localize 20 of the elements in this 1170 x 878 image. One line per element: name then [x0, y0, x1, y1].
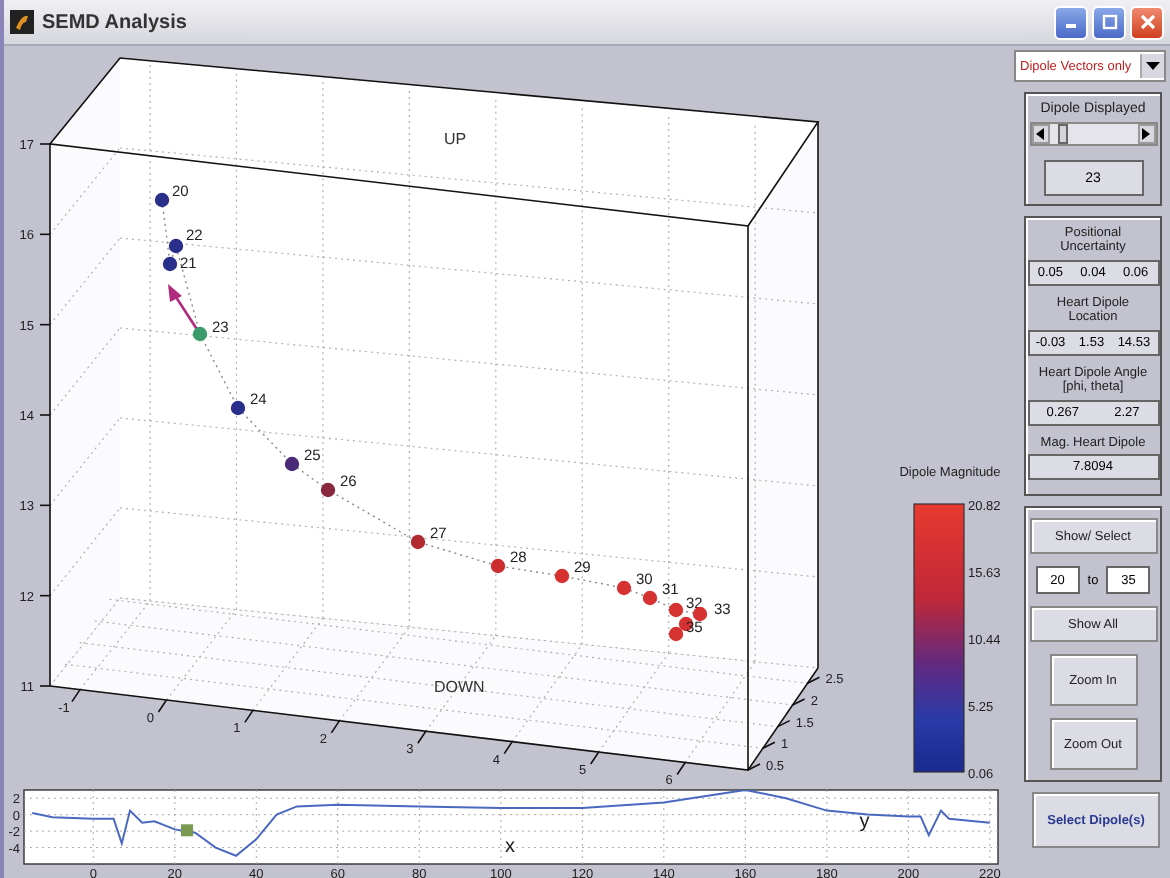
ecg-markers-drawing [181, 824, 193, 837]
up-label: UP [444, 130, 467, 148]
dipole-point[interactable] [154, 192, 170, 208]
close-icon [1139, 14, 1155, 30]
maximize-icon [1101, 14, 1117, 30]
dipole-point[interactable] [230, 400, 246, 416]
close-button[interactable] [1130, 5, 1164, 39]
dipole-point[interactable] [320, 482, 336, 498]
app-icon [10, 10, 34, 34]
ecg-annotation: x [504, 836, 515, 859]
ecg-annotation: y [859, 811, 870, 833]
dipole-point[interactable] [410, 534, 426, 550]
dipole-point[interactable] [284, 456, 300, 472]
maximize-button[interactable] [1092, 5, 1126, 39]
down-label: DOWN [434, 678, 485, 696]
dipole-point[interactable] [162, 256, 178, 272]
dropdown-caret-icon [1146, 62, 1160, 70]
minimize-button[interactable] [1054, 5, 1088, 39]
window-title: SEMD Analysis [42, 11, 189, 33]
dipole-point[interactable] [168, 238, 184, 254]
